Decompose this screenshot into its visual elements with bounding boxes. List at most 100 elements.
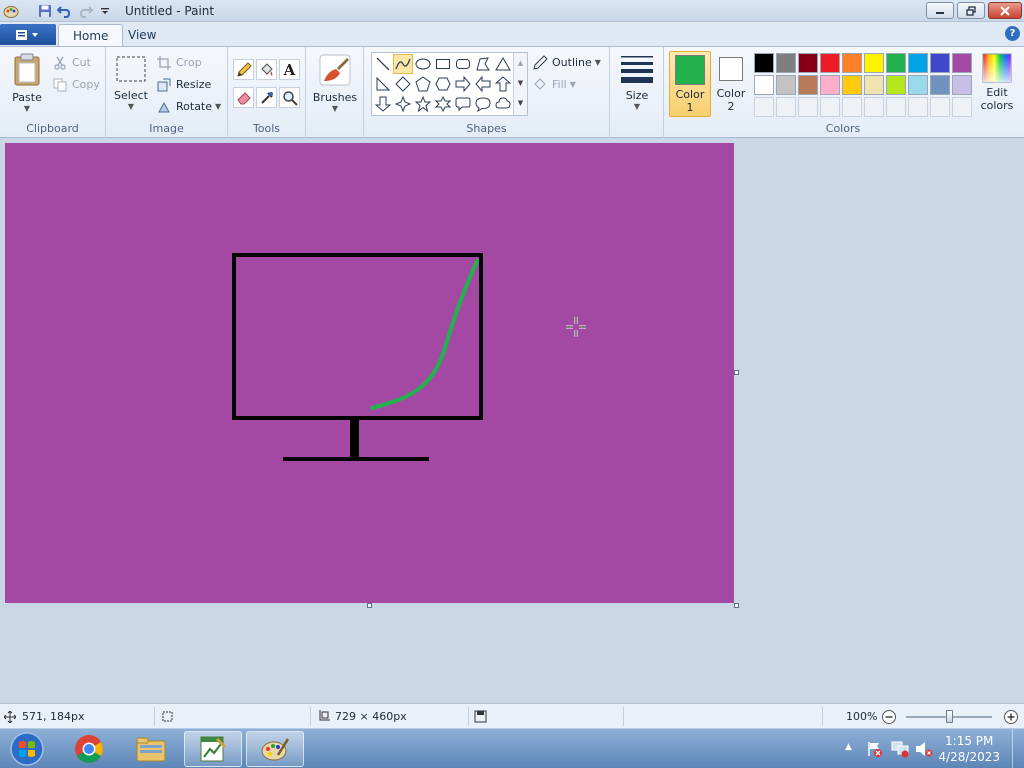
taskbar-explorer[interactable]	[122, 731, 180, 767]
palette-swatch[interactable]	[798, 75, 818, 95]
outline-button[interactable]: Outline ▼	[532, 53, 601, 72]
paste-button[interactable]: Paste ▼	[8, 53, 46, 113]
cloud-callout-shape[interactable]	[493, 94, 513, 114]
rounded-callout-shape[interactable]	[453, 94, 473, 114]
six-point-star-shape[interactable]	[433, 94, 453, 114]
color2-button[interactable]: Color 2	[714, 54, 748, 113]
close-button[interactable]	[988, 2, 1022, 19]
fill-button[interactable]: Fill ▼	[532, 75, 576, 94]
pencil-tool[interactable]	[233, 59, 254, 80]
palette-swatch[interactable]	[908, 53, 928, 73]
crop-button[interactable]: Crop	[156, 53, 202, 72]
rectangle-shape[interactable]	[433, 54, 453, 74]
five-point-star-shape[interactable]	[413, 94, 433, 114]
oval-shape[interactable]	[413, 54, 433, 74]
fill-tool[interactable]	[256, 59, 277, 80]
triangle-shape[interactable]	[493, 54, 513, 74]
left-arrow-shape[interactable]	[473, 74, 493, 94]
start-button[interactable]	[2, 731, 52, 767]
canvas-workspace[interactable]	[0, 138, 1024, 703]
rotate-dropdown-icon[interactable]: ▼	[215, 102, 221, 111]
zoom-slider-thumb[interactable]	[946, 710, 953, 723]
palette-swatch[interactable]	[798, 53, 818, 73]
system-clock[interactable]: 1:15 PM 4/28/2023	[938, 733, 1000, 765]
palette-custom-swatch[interactable]	[798, 97, 818, 117]
zoom-in-button[interactable]	[1003, 708, 1019, 725]
palette-swatch[interactable]	[930, 75, 950, 95]
color1-button[interactable]: Color 1	[669, 51, 711, 117]
pentagon-shape[interactable]	[413, 74, 433, 94]
paint-app-icon[interactable]	[2, 2, 20, 20]
zoom-slider[interactable]	[906, 708, 994, 725]
taskbar-paint[interactable]	[246, 731, 304, 767]
palette-swatch[interactable]	[754, 53, 774, 73]
palette-swatch[interactable]	[952, 53, 972, 73]
resize-button[interactable]: Resize	[156, 75, 211, 94]
paste-dropdown-icon[interactable]: ▼	[24, 104, 30, 113]
eraser-tool[interactable]	[233, 87, 254, 108]
canvas-resize-handle-bottom[interactable]	[367, 603, 372, 608]
color-picker-tool[interactable]	[256, 87, 277, 108]
tab-view[interactable]: View	[114, 24, 170, 46]
show-desktop-button[interactable]	[1012, 729, 1024, 768]
expand-gallery-icon[interactable]: ▼	[514, 93, 527, 113]
brushes-button[interactable]: Brushes ▼	[312, 53, 358, 113]
palette-swatch[interactable]	[776, 75, 796, 95]
canvas-resize-handle-right[interactable]	[734, 370, 739, 375]
right-arrow-shape[interactable]	[453, 74, 473, 94]
taskbar-chrome[interactable]	[60, 731, 118, 767]
diamond-shape[interactable]	[393, 74, 413, 94]
action-center-flag-icon[interactable]	[866, 740, 884, 761]
zoom-out-button[interactable]	[881, 708, 897, 725]
line-shape[interactable]	[373, 54, 393, 74]
help-icon[interactable]: ?	[1005, 26, 1020, 41]
palette-swatch[interactable]	[930, 53, 950, 73]
palette-custom-swatch[interactable]	[842, 97, 862, 117]
rounded-rectangle-shape[interactable]	[453, 54, 473, 74]
select-dropdown-icon[interactable]: ▼	[128, 102, 134, 111]
polygon-shape[interactable]	[473, 54, 493, 74]
palette-custom-swatch[interactable]	[776, 97, 796, 117]
redo-icon[interactable]	[76, 2, 94, 20]
palette-custom-swatch[interactable]	[754, 97, 774, 117]
select-button[interactable]: Select ▼	[114, 55, 148, 111]
brushes-dropdown-icon[interactable]: ▼	[332, 104, 338, 113]
copy-button[interactable]: Copy	[52, 75, 100, 94]
curve-shape[interactable]	[393, 54, 413, 74]
scroll-up-icon[interactable]: ▲	[514, 53, 527, 73]
four-point-star-shape[interactable]	[393, 94, 413, 114]
right-triangle-shape[interactable]	[373, 74, 393, 94]
palette-custom-swatch[interactable]	[952, 97, 972, 117]
palette-swatch[interactable]	[776, 53, 796, 73]
restore-button[interactable]	[957, 2, 985, 19]
magnifier-tool[interactable]	[279, 87, 300, 108]
palette-swatch[interactable]	[952, 75, 972, 95]
palette-swatch[interactable]	[842, 53, 862, 73]
show-hidden-icons-icon[interactable]: ▲	[845, 742, 852, 752]
hexagon-shape[interactable]	[433, 74, 453, 94]
canvas-resize-handle-corner[interactable]	[734, 603, 739, 608]
outline-dropdown-icon[interactable]: ▼	[595, 58, 601, 67]
cut-button[interactable]: Cut	[52, 53, 91, 72]
shapes-scrollbar[interactable]: ▲ ▼ ▼	[513, 53, 527, 115]
save-icon[interactable]	[36, 2, 54, 20]
size-dropdown-icon[interactable]: ▼	[634, 102, 640, 111]
size-button[interactable]: Size ▼	[618, 53, 656, 111]
palette-swatch[interactable]	[886, 75, 906, 95]
down-arrow-shape[interactable]	[373, 94, 393, 114]
undo-icon[interactable]	[56, 2, 74, 20]
scroll-down-icon[interactable]: ▼	[514, 73, 527, 93]
oval-callout-shape[interactable]	[473, 94, 493, 114]
volume-muted-icon[interactable]	[914, 740, 934, 761]
palette-custom-swatch[interactable]	[886, 97, 906, 117]
drawing-canvas[interactable]	[5, 143, 734, 603]
palette-swatch[interactable]	[820, 75, 840, 95]
palette-swatch[interactable]	[864, 75, 884, 95]
edit-colors-button[interactable]: Edit colors	[976, 53, 1018, 112]
taskbar-chart-app[interactable]	[184, 731, 242, 767]
palette-custom-swatch[interactable]	[930, 97, 950, 117]
fill-dropdown-icon[interactable]: ▼	[570, 80, 576, 89]
palette-custom-swatch[interactable]	[820, 97, 840, 117]
palette-swatch[interactable]	[864, 53, 884, 73]
palette-swatch[interactable]	[886, 53, 906, 73]
